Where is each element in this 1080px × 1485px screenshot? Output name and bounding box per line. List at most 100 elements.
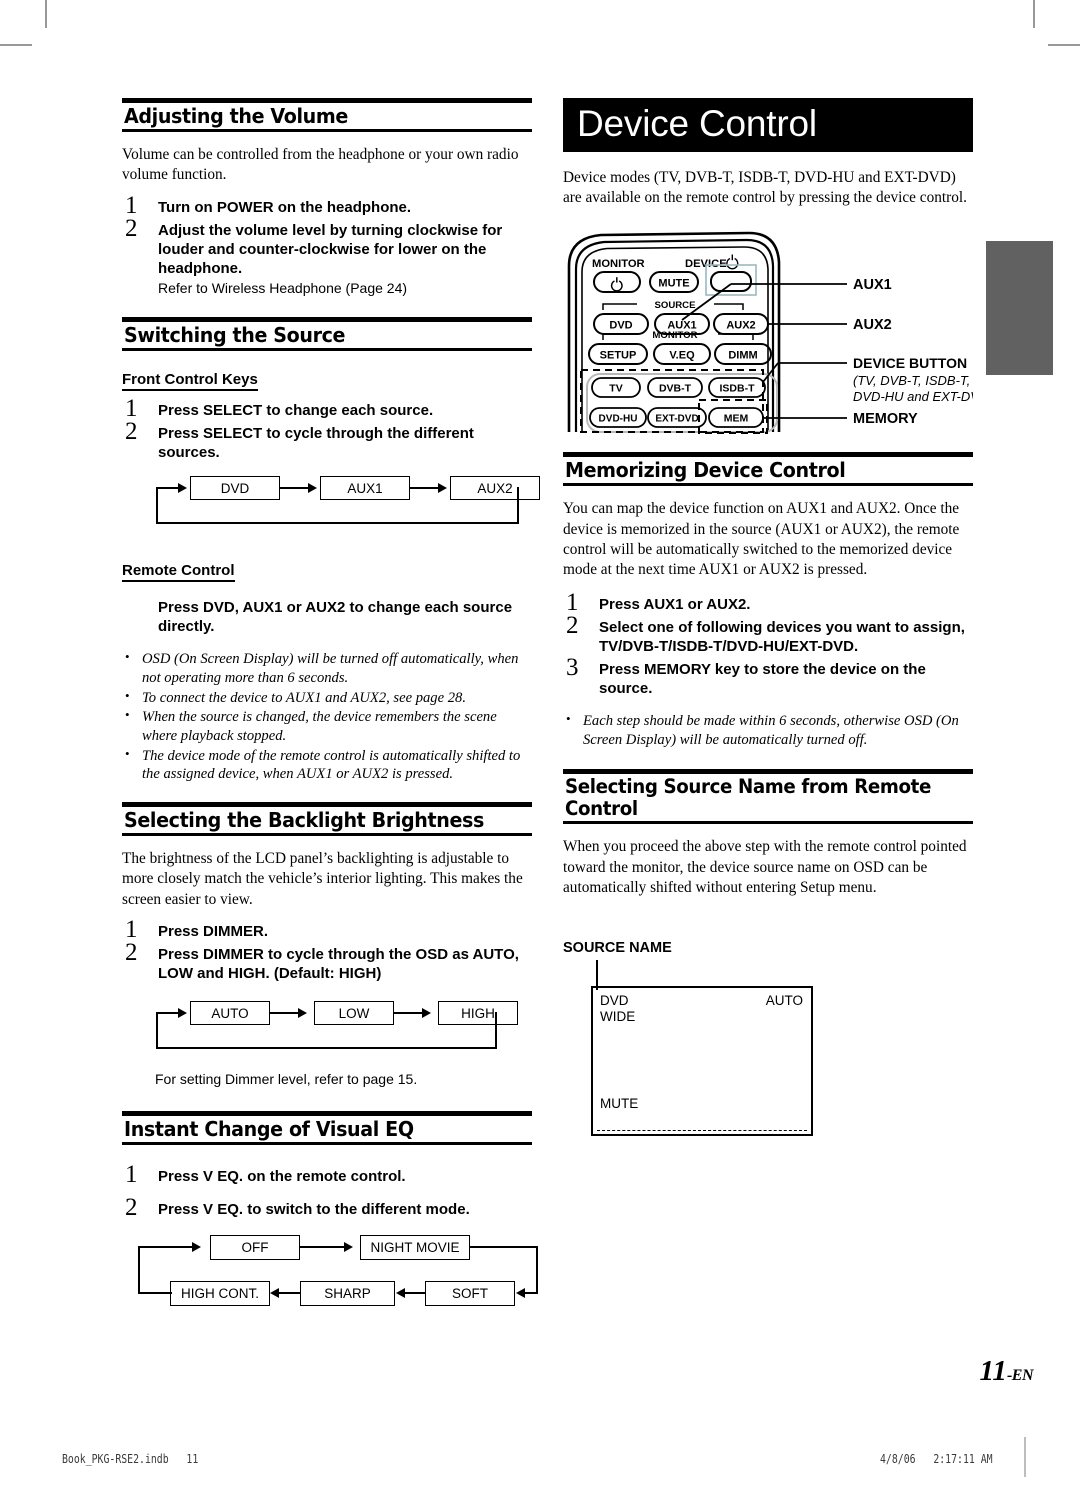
flow-box: AUX2	[450, 476, 540, 501]
volume-steps: 1 Turn on POWER on the headphone. 2 Adju…	[122, 193, 532, 297]
callout-aux1: AUX1	[853, 277, 892, 293]
key-label: AUX1	[643, 595, 684, 613]
chapter-title-bar: Device Control	[563, 98, 973, 152]
note-item: The device mode of the remote control is…	[122, 746, 532, 784]
flow-arrow	[298, 1008, 307, 1019]
flow-box: LOW	[314, 1001, 394, 1026]
rule	[563, 452, 973, 458]
page-number-suffix: -EN	[1006, 1367, 1034, 1384]
key-label: SELECT	[203, 425, 263, 443]
key-label: AUX2	[305, 599, 346, 617]
flow-connector	[138, 1246, 140, 1294]
key-label: V EQ.	[203, 1167, 244, 1185]
memorizing-intro-text: You can map the device function on AUX1 …	[563, 500, 960, 579]
footer-file-imprint: Book_PKG-RSE2.indb 11	[62, 1452, 199, 1466]
left-column: Adjusting the Volume Volume can be contr…	[122, 98, 540, 1307]
step-number: 1	[125, 1160, 138, 1188]
footer-crop-rule	[1024, 1437, 1026, 1477]
callout-device-button-sub-1: (TV, DVB-T, ISDB-T,	[853, 373, 970, 388]
key-label: DVD, AUX1	[203, 599, 283, 617]
step-text: Press DIMMER.	[158, 922, 269, 940]
step-number: 2	[125, 214, 138, 242]
remote-button-mem: MEM	[724, 413, 749, 425]
rule	[122, 1111, 532, 1117]
key-label: DIMMER	[203, 945, 264, 963]
key-label: POWER	[216, 198, 274, 216]
osd-bottom-dashed-line	[597, 1130, 807, 1132]
flow-box: OFF	[210, 1235, 300, 1261]
flow-arrow	[438, 483, 447, 494]
section-backlight-brightness: Selecting the Backlight Brightness	[122, 801, 532, 836]
device-control-intro: Device modes (TV, DVB-T, ISDB-T, DVD-HU …	[563, 168, 967, 207]
flow-connector	[300, 1246, 348, 1248]
remote-button-dvdhu: DVD-HU	[599, 414, 638, 425]
key-label: V EQ.	[203, 1201, 244, 1219]
power-icon-device	[726, 254, 739, 270]
page-number: 11-EN	[979, 1355, 1034, 1387]
remote-button-extdvd: EXT-DVD	[655, 414, 698, 425]
step-text: Select one of following devices you want…	[599, 618, 965, 655]
flow-arrow	[396, 1288, 405, 1299]
callout-device-button-sub-2: DVD-HU and EXT-DVD)	[853, 389, 973, 404]
flow-connector	[138, 1246, 194, 1248]
remote-button-mute: MUTE	[658, 278, 689, 290]
step-number: 1	[125, 191, 138, 219]
note-item: When the source is changed, the device r…	[122, 707, 532, 745]
osd-source-label: DVD	[600, 993, 629, 1009]
crop-mark-top-right-h	[1048, 44, 1080, 46]
flow-arrow	[516, 1288, 525, 1299]
step-item: 2 Adjust the volume level by turning clo…	[122, 216, 532, 297]
power-icon-monitor	[610, 277, 623, 292]
step-number: 2	[566, 611, 579, 639]
visualeq-cycle-diagram: OFF NIGHT MOVIE HIGH CONT. SHARP SOFT	[132, 1235, 538, 1307]
note-item: Each step should be made within 6 second…	[563, 711, 973, 749]
flow-box: SOFT	[425, 1281, 515, 1307]
crop-mark-top-left-h	[0, 44, 32, 46]
osd-mute-label: MUTE	[600, 1096, 639, 1112]
step-item: 1 Press AUX1 or AUX2.	[563, 590, 973, 615]
remote-button-veq: V.EQ	[669, 350, 695, 362]
callout-aux2: AUX2	[853, 317, 892, 333]
crop-mark-top-left-v	[45, 0, 47, 28]
flow-box: HIGH	[438, 1001, 518, 1026]
dimmer-cycle-diagram: AUTO LOW HIGH	[132, 1001, 532, 1059]
flow-arrow	[344, 1242, 353, 1253]
flow-box: AUX1	[320, 476, 410, 501]
section-heading: Memorizing Device Control	[565, 458, 846, 483]
flow-arrow	[270, 1288, 279, 1299]
osd-dimmer-label: AUTO	[765, 993, 803, 1009]
flow-connector	[278, 1292, 301, 1294]
osd-aspect-label: WIDE	[600, 1009, 636, 1025]
step-text: Press MEMORY key to store the device on …	[599, 660, 926, 697]
note-item: To connect the device to AUX1 and AUX2, …	[122, 688, 532, 708]
remote-group-source: SOURCE	[654, 300, 696, 311]
flow-box: AUTO	[190, 1001, 270, 1026]
flow-connector	[404, 1292, 426, 1294]
key-label: AUX2	[706, 595, 747, 613]
section-heading: Selecting Source Name from Remote Contro…	[565, 775, 932, 821]
section-heading: Switching the Source	[124, 323, 346, 348]
flow-connector	[138, 1292, 172, 1294]
rule	[563, 483, 973, 487]
callout-source-name: SOURCE NAME	[563, 940, 672, 957]
callout-memory: MEMORY	[853, 411, 918, 427]
key-label: DIMMER	[203, 922, 264, 940]
step-number: 1	[566, 588, 579, 616]
rule	[563, 769, 973, 775]
step-text: Press AUX1 or AUX2.	[599, 595, 751, 613]
step-subtext: Refer to Wireless Headphone (Page 24)	[158, 279, 408, 296]
leader-line-device-button	[762, 362, 779, 383]
step-number: 2	[125, 1194, 138, 1222]
step-item: 1 Press V EQ. on the remote control.	[122, 1162, 532, 1187]
step-item: 1 Press SELECT to change each source.	[122, 396, 532, 421]
crop-mark-top-right-v	[1033, 0, 1035, 28]
flow-arrow	[308, 483, 317, 494]
right-column: Device Control Device modes (TV, DVB-T, …	[563, 98, 993, 1137]
flow-box: DVD	[190, 476, 280, 501]
rule	[122, 801, 532, 807]
flow-arrow	[178, 1008, 187, 1019]
step-item: 3 Press MEMORY key to store the device o…	[563, 655, 973, 698]
remote-button-dvd: DVD	[609, 320, 632, 332]
flow-connector	[156, 522, 518, 524]
rule	[122, 98, 532, 103]
